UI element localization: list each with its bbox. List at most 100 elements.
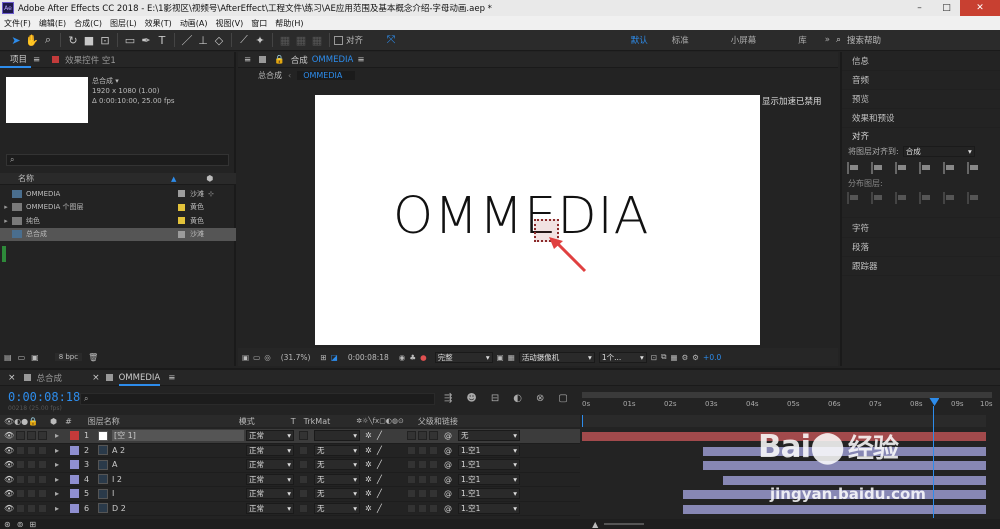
draft-3d-icon[interactable]: ▢ [558, 393, 567, 404]
view-axis-icon[interactable]: ▦ [309, 32, 325, 48]
solo-toggle[interactable] [27, 431, 36, 441]
parent-select[interactable]: 无 ▾ [458, 430, 520, 442]
distribute-right-icon[interactable] [967, 192, 981, 204]
col-layer-name[interactable]: 图层名称 [88, 416, 120, 427]
layer-duration-bar[interactable] [683, 504, 986, 514]
layer-name[interactable]: A [112, 460, 244, 469]
frame-blend-switch[interactable] [418, 445, 427, 455]
flowchart-icon[interactable]: ⊹ [208, 190, 214, 198]
frame-blend-switch[interactable] [418, 503, 427, 513]
layer-label-color[interactable] [70, 445, 79, 455]
panel-info[interactable]: 信息 [842, 52, 1000, 71]
eye-icon[interactable]: 👁 [4, 460, 16, 469]
trkmat-select[interactable]: 无 ▾ [314, 444, 360, 456]
layer-row[interactable]: 👁 ▸ 6 D 2 正常 ▾ 无 ▾ ✲ ╱ @1.空1 ▾ [0, 502, 580, 516]
shy-switch-icon[interactable]: ✲ [365, 489, 377, 498]
expand-arrow-icon[interactable]: ▸ [55, 446, 65, 455]
workspace-small-screen[interactable]: 小屏幕 [701, 34, 787, 46]
expand-arrow-icon[interactable]: ▸ [55, 489, 65, 498]
parent-select[interactable]: 1.空1 ▾ [458, 488, 520, 500]
eye-icon[interactable]: 👁 [4, 475, 16, 484]
graph-editor-icon[interactable]: ⊗ [536, 393, 544, 404]
layer-label-color[interactable] [70, 474, 79, 484]
fast-preview-icon[interactable]: ⧉ [661, 352, 666, 362]
layer-mode-select[interactable]: 正常 ▾ [246, 430, 294, 442]
audio-toggle[interactable] [16, 460, 25, 470]
label-color[interactable] [178, 217, 185, 225]
timeline-icon[interactable]: ▦ [670, 353, 677, 362]
solo-toggle[interactable] [27, 460, 36, 470]
layer-row[interactable]: 👁 ▸ 3 A 正常 ▾ 无 ▾ ✲ ╱ @1.空1 ▾ [0, 458, 580, 473]
distribute-hcenter-icon[interactable] [943, 192, 957, 204]
view-layout-select[interactable]: 1个... ▾ [598, 351, 647, 363]
clone-stamp-tool-icon[interactable]: ⊥ [195, 32, 211, 48]
menu-animation[interactable]: 动画(A) [176, 18, 212, 29]
layer-mode-select[interactable]: 正常 ▾ [246, 488, 294, 500]
flowchart-icon[interactable]: ⚙ [682, 353, 689, 362]
shy-switch-icon[interactable]: ✲ [365, 475, 377, 484]
timeline-timecode[interactable]: 0:00:08:18 [8, 390, 80, 404]
rectangle-tool-icon[interactable]: ▭ [122, 32, 138, 48]
zoom-tool-icon[interactable]: ⌕ [40, 32, 56, 48]
col-trkmat[interactable]: TrkMat [304, 417, 331, 426]
menu-edit[interactable]: 编辑(E) [35, 18, 70, 29]
align-vcenter-icon[interactable] [943, 162, 957, 174]
motion-blur-switch[interactable] [429, 445, 438, 455]
motion-blur-switch[interactable] [429, 474, 438, 484]
layer-name[interactable]: I [112, 489, 244, 498]
panel-effects-presets[interactable]: 效果和预设 [842, 109, 1000, 128]
region-icon[interactable]: ⊞ [320, 353, 326, 362]
layer-label-color[interactable] [70, 503, 79, 513]
toggle-pixel-icon[interactable]: ⊡ [651, 353, 657, 362]
panel-menu-icon[interactable]: ≡ [244, 55, 251, 65]
panel-audio[interactable]: 音频 [842, 71, 1000, 90]
layer-name[interactable]: D 2 [112, 504, 244, 513]
motion-blur-switch[interactable] [429, 460, 438, 470]
comp-canvas[interactable]: OMMEDIA [315, 95, 760, 345]
quality-switch-icon[interactable]: ╱ [377, 460, 389, 469]
frame-blend-switch[interactable] [418, 460, 427, 470]
col-parent[interactable]: 父级和链接 [418, 416, 458, 427]
tab-effect-controls[interactable]: 效果控件 空1 [65, 54, 116, 66]
layer-row[interactable]: 👁 ▸ 5 I 正常 ▾ 无 ▾ ✲ ╱ @1.空1 ▾ [0, 487, 580, 502]
layer-label-color[interactable] [70, 431, 79, 441]
maximize-button[interactable]: □ [933, 0, 960, 16]
resolution-select[interactable]: 完整 ▾ [434, 351, 493, 363]
preserve-transparency[interactable] [299, 460, 308, 470]
motion-blur-switch[interactable] [429, 489, 438, 499]
project-item[interactable]: 总合成 沙滩 [0, 227, 236, 241]
thumb-comp-name[interactable]: 总合成 ▾ [92, 76, 175, 86]
lock-toggle[interactable] [38, 503, 47, 513]
interpret-footage-icon[interactable]: ▤ [4, 353, 12, 362]
always-preview-icon[interactable]: ▣ [242, 353, 249, 362]
preserve-transparency[interactable] [299, 503, 308, 513]
distribute-top-icon[interactable] [847, 192, 861, 204]
pen-tool-icon[interactable]: ✒ [138, 32, 154, 48]
align-top-icon[interactable] [919, 162, 933, 174]
panel-paragraph[interactable]: 段落 [842, 238, 1000, 257]
align-hcenter-icon[interactable] [871, 162, 885, 174]
comp-flowchart-icon[interactable]: ⇶ [444, 393, 452, 404]
expand-arrow-icon[interactable]: ▸ [55, 504, 65, 513]
project-item[interactable]: OMMEDIA 沙滩 ⊹ [0, 187, 236, 201]
expand-arrow-icon[interactable]: ▸ [0, 203, 12, 211]
workspace-standard[interactable]: 标准 [660, 34, 701, 46]
audio-toggle[interactable] [16, 503, 25, 513]
label-tag-icon[interactable]: ⬢ [206, 174, 213, 183]
solo-toggle[interactable] [27, 474, 36, 484]
menu-composition[interactable]: 合成(C) [70, 18, 106, 29]
align-to-select[interactable]: 合成 ▾ [902, 145, 975, 157]
layer-mode-select[interactable]: 正常 ▾ [246, 502, 294, 514]
toggle-transparency-icon[interactable]: ▦ [508, 353, 515, 362]
pickwhip-icon[interactable]: @ [444, 475, 458, 484]
label-color[interactable] [178, 190, 185, 198]
expand-arrow-icon[interactable]: ▸ [55, 475, 65, 484]
type-tool-icon[interactable]: T [154, 32, 170, 48]
parent-select[interactable]: 1.空1 ▾ [458, 459, 520, 471]
rotate-tool-icon[interactable]: ↻ [65, 32, 81, 48]
zoom-level[interactable]: (31.7%) [281, 353, 311, 362]
audio-toggle[interactable] [16, 474, 25, 484]
lock-toggle[interactable] [38, 445, 47, 455]
breadcrumb-root[interactable]: 总合成 [258, 70, 282, 81]
time-ruler[interactable]: 0s 01s 02s 03s 04s 05s 06s 07s 08s 09s 10s [582, 398, 993, 412]
